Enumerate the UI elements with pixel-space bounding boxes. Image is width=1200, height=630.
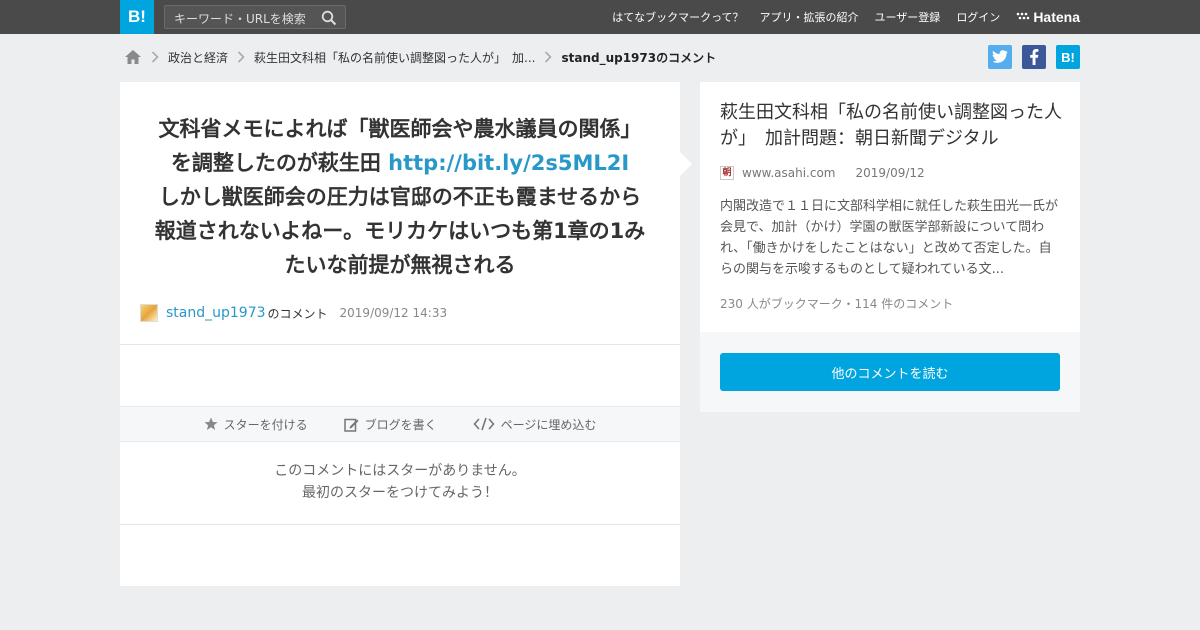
hatena-brand-link[interactable]: Hatena <box>1016 9 1080 25</box>
embed-page-button[interactable]: ページに埋め込む <box>473 416 597 433</box>
top-bar: B! キーワード・URLを検索 はてなブックマークって？ アプリ・拡張の紹介 ユ… <box>0 0 1200 34</box>
avatar[interactable] <box>140 304 158 322</box>
search-input[interactable]: キーワード・URLを検索 <box>164 5 346 29</box>
hatena-dots-icon <box>1017 12 1030 20</box>
entry-domain[interactable]: www.asahi.com <box>742 166 836 180</box>
comment-byline: stand_up1973 のコメント 2019/09/12 14:33 <box>140 304 447 322</box>
search-icon[interactable] <box>321 10 337 30</box>
comment-username[interactable]: stand_up1973 <box>166 305 266 321</box>
facebook-share-button[interactable] <box>1022 45 1046 69</box>
entry-meta: 朝 www.asahi.com 2019/09/12 <box>720 166 925 180</box>
write-blog-button[interactable]: ブログを書く <box>343 416 437 433</box>
more-comments-area: 他のコメントを読む <box>700 332 1080 412</box>
edit-icon <box>343 418 359 432</box>
top-nav: はてなブックマークって？ アプリ・拡張の紹介 ユーザー登録 ログイン Haten… <box>596 0 1080 34</box>
hatena-bookmark-share-button[interactable]: B! <box>1056 45 1080 69</box>
card-pointer-arrow <box>680 152 692 176</box>
breadcrumb-current: stand_up1973のコメント <box>561 50 717 65</box>
no-star-line1: このコメントにはスターがありません。 <box>274 463 526 479</box>
nav-apps[interactable]: アプリ・拡張の紹介 <box>760 9 859 25</box>
divider <box>120 344 680 345</box>
read-other-comments-button[interactable]: 他のコメントを読む <box>720 353 1060 391</box>
comment-body: 文科省メモによれば「獣医師会や農水議員の関係」を調整したのが萩生田 http:/… <box>150 112 650 282</box>
comment-card: 文科省メモによれば「獣医師会や農水議員の関係」を調整したのが萩生田 http:/… <box>120 82 680 586</box>
share-buttons: B! <box>978 45 1080 69</box>
embed-page-label: ページに埋め込む <box>500 417 597 432</box>
chevron-right-icon <box>544 51 553 63</box>
search-placeholder: キーワード・URLを検索 <box>174 12 306 26</box>
hatena-brand-text: Hatena <box>1033 9 1080 25</box>
comment-link[interactable]: http://bit.ly/2s5ML2I <box>388 151 629 175</box>
nav-login[interactable]: ログイン <box>956 9 1000 25</box>
hatena-bookmark-logo[interactable]: B! <box>120 0 154 34</box>
twitter-share-button[interactable] <box>988 45 1012 69</box>
entry-counts[interactable]: 230 人がブックマーク・114 件のコメント <box>720 295 953 312</box>
add-star-label: スターを付ける <box>223 417 308 432</box>
no-star-message: このコメントにはスターがありません。 最初のスターをつけてみよう！ <box>120 460 680 504</box>
breadcrumb-category[interactable]: 政治と経済 <box>168 49 228 66</box>
comment-timestamp[interactable]: 2019/09/12 14:33 <box>340 306 448 320</box>
entry-title[interactable]: 萩生田文科相「私の名前使い調整図った人が」 加計問題：朝日新聞デジタル <box>720 100 1065 152</box>
home-icon[interactable] <box>124 49 142 65</box>
divider <box>120 524 680 525</box>
entry-card: 萩生田文科相「私の名前使い調整図った人が」 加計問題：朝日新聞デジタル 朝 ww… <box>700 82 1080 332</box>
nav-about[interactable]: はてなブックマークって？ <box>612 9 743 25</box>
write-blog-label: ブログを書く <box>364 417 437 432</box>
breadcrumb: 政治と経済 萩生田文科相「私の名前使い調整図った人が」 加... stand_u… <box>124 47 716 67</box>
code-icon <box>473 417 495 431</box>
entry-date: 2019/09/12 <box>855 166 925 180</box>
comment-actions: スターを付ける ブログを書く ページに埋め込む <box>120 406 680 442</box>
no-star-line2: 最初のスターをつけてみよう！ <box>302 485 498 501</box>
star-icon <box>203 417 218 430</box>
twitter-bird-icon <box>992 50 1008 63</box>
comment-user-suffix: のコメント <box>267 306 328 321</box>
facebook-icon <box>1030 49 1039 65</box>
chevron-right-icon <box>151 51 159 63</box>
entry-description: 内閣改造で１１日に文部科学相に就任した萩生田光一氏が会見で、加計（かけ）学園の獣… <box>720 199 1059 277</box>
site-favicon: 朝 <box>720 166 734 180</box>
add-star-button[interactable]: スターを付ける <box>203 416 308 433</box>
comment-text-part2: しかし獣医師会の圧力は官邸の不正も霞ませるから報道されないよねー。モリカケはいつ… <box>154 185 646 277</box>
nav-register[interactable]: ユーザー登録 <box>875 9 941 25</box>
chevron-right-icon <box>237 51 245 63</box>
breadcrumb-entry[interactable]: 萩生田文科相「私の名前使い調整図った人が」 加... <box>254 49 535 66</box>
